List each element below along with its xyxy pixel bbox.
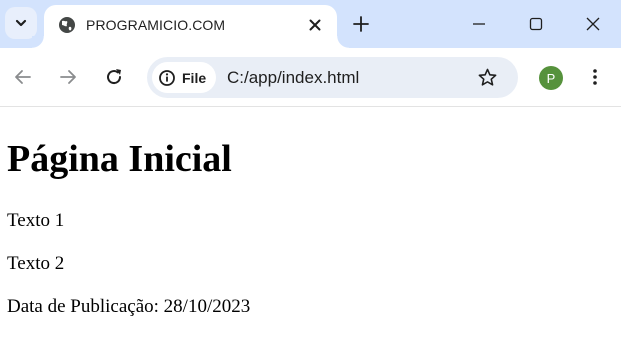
plus-icon[interactable] bbox=[352, 15, 370, 33]
kebab-menu-icon[interactable] bbox=[585, 67, 605, 87]
active-tab[interactable]: PROGRAMICIO.COM bbox=[32, 5, 349, 48]
chevron-down-icon bbox=[15, 19, 27, 27]
arrow-left-icon[interactable] bbox=[13, 67, 33, 87]
globe-icon bbox=[59, 17, 75, 33]
tab-title: PROGRAMICIO.COM bbox=[86, 17, 226, 33]
tab-search-button[interactable] bbox=[5, 7, 37, 39]
tab-strip: PROGRAMICIO.COM bbox=[0, 0, 621, 48]
paragraph-text-2: Texto 2 bbox=[7, 253, 65, 274]
paragraph-text-1: Texto 1 bbox=[7, 210, 65, 231]
publication-date: Data de Publicação: 28/10/2023 bbox=[7, 296, 251, 317]
star-icon[interactable] bbox=[477, 67, 498, 88]
avatar[interactable]: P bbox=[539, 66, 563, 90]
site-info-label: File bbox=[182, 69, 207, 86]
reload-icon[interactable] bbox=[104, 67, 124, 87]
address-bar[interactable]: File C:/app/index.html bbox=[147, 57, 518, 98]
site-info-chip[interactable]: File bbox=[152, 62, 217, 93]
page-content: Página Inicial Texto 1 Texto 2 Data de P… bbox=[0, 107, 621, 362]
info-icon bbox=[159, 69, 175, 86]
page-heading: Página Inicial bbox=[7, 138, 232, 180]
window-close-icon[interactable] bbox=[583, 14, 603, 34]
avatar-initial: P bbox=[546, 70, 556, 86]
arrow-right-icon[interactable] bbox=[58, 67, 78, 87]
url-text[interactable]: C:/app/index.html bbox=[227, 68, 359, 88]
maximize-icon[interactable] bbox=[526, 14, 546, 34]
minimize-icon[interactable] bbox=[469, 14, 489, 34]
browser-toolbar: File C:/app/index.html bbox=[0, 48, 621, 107]
close-icon[interactable] bbox=[306, 16, 324, 34]
